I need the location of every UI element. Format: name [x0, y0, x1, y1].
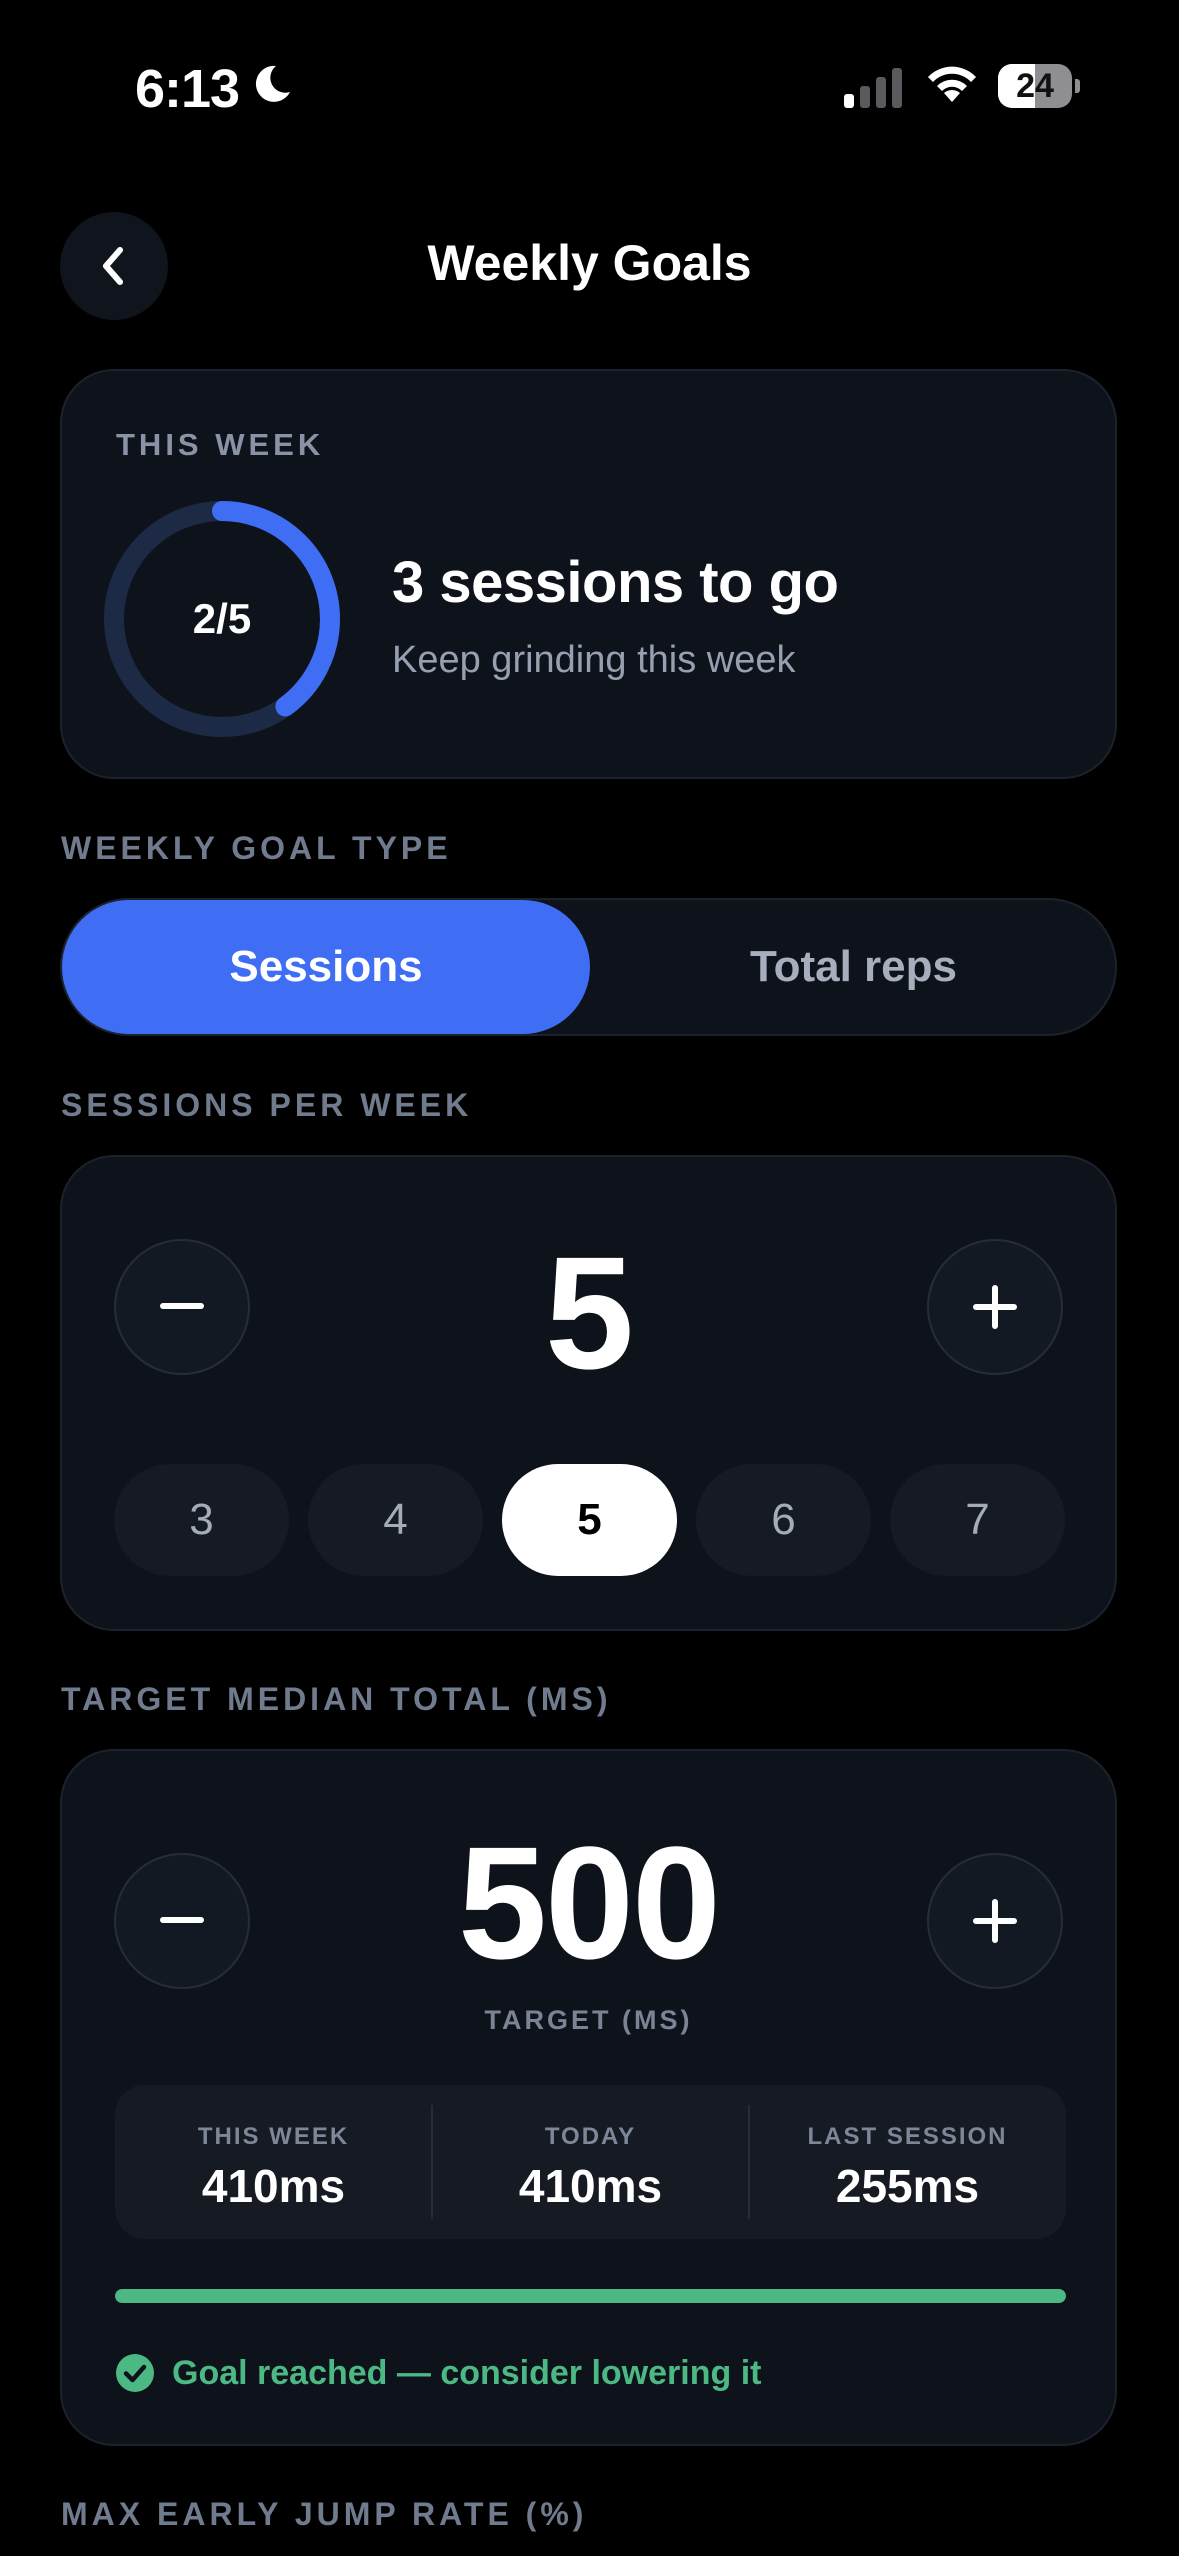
stat-today: TODAY 410ms: [432, 2085, 749, 2239]
sessions-remaining-headline: 3 sessions to go: [392, 550, 839, 615]
plus-icon: [973, 1285, 1017, 1329]
goal-status-message: Goal reached — consider lowering it: [172, 2354, 762, 2392]
stat-this-week: THIS WEEK 410ms: [115, 2085, 432, 2239]
battery-percentage: 24: [1016, 67, 1054, 105]
target-progress-fill: [115, 2289, 1066, 2303]
session-chip-5[interactable]: 5: [502, 1464, 677, 1576]
page-title: Weekly Goals: [427, 235, 752, 291]
stat-label: THIS WEEK: [197, 2123, 350, 2150]
wifi-icon: [928, 66, 976, 102]
session-chip-4[interactable]: 4: [308, 1464, 483, 1576]
this-week-label: THIS WEEK: [116, 427, 325, 462]
session-chip-6[interactable]: 6: [696, 1464, 871, 1576]
segment-total-reps[interactable]: Total reps: [590, 900, 1117, 1034]
session-chip-7[interactable]: 7: [890, 1464, 1065, 1576]
weekly-progress-text: 2/5: [192, 595, 252, 642]
target-progress-bar: [115, 2289, 1066, 2303]
status-time: 6:13: [135, 59, 240, 119]
stat-label: LAST SESSION: [807, 2123, 1008, 2150]
week-subtitle: Keep grinding this week: [392, 639, 796, 681]
stats-panel: THIS WEEK 410ms TODAY 410ms LAST SESSION…: [115, 2085, 1066, 2239]
cellular-signal-icon: [844, 68, 902, 108]
target-unit-label: TARGET (MS): [484, 2005, 693, 2035]
increase-target-button[interactable]: [927, 1853, 1063, 1989]
segment-sessions[interactable]: Sessions: [62, 900, 590, 1034]
plus-icon: [973, 1899, 1017, 1943]
sessions-per-week-card: 5 3 4 5 6 7: [60, 1155, 1117, 1631]
max-early-jump-rate-label: MAX EARLY JUMP RATE (%): [61, 2496, 588, 2532]
moon-icon: [255, 65, 290, 102]
battery-indicator: 24: [998, 64, 1080, 108]
target-median-card: 500 TARGET (MS) THIS WEEK 410ms TODAY 41…: [60, 1749, 1117, 2446]
this-week-card: THIS WEEK 2/5 3 sessions to go Keep grin…: [60, 369, 1117, 779]
goal-type-label: WEEKLY GOAL TYPE: [61, 830, 452, 866]
stat-label: TODAY: [544, 2123, 637, 2150]
sessions-per-week-label: SESSIONS PER WEEK: [61, 1087, 473, 1123]
stat-value: 255ms: [835, 2160, 980, 2212]
target-median-label: TARGET MEDIAN TOTAL (MS): [61, 1681, 612, 1717]
increase-sessions-button[interactable]: [927, 1239, 1063, 1375]
goal-type-segmented-control: Sessions Total reps: [60, 898, 1117, 1036]
session-chip-3[interactable]: 3: [114, 1464, 289, 1576]
stat-value: 410ms: [518, 2160, 663, 2212]
stat-last-session: LAST SESSION 255ms: [749, 2085, 1066, 2239]
stat-value: 410ms: [201, 2160, 346, 2212]
checkmark-circle-icon: [116, 2354, 154, 2392]
